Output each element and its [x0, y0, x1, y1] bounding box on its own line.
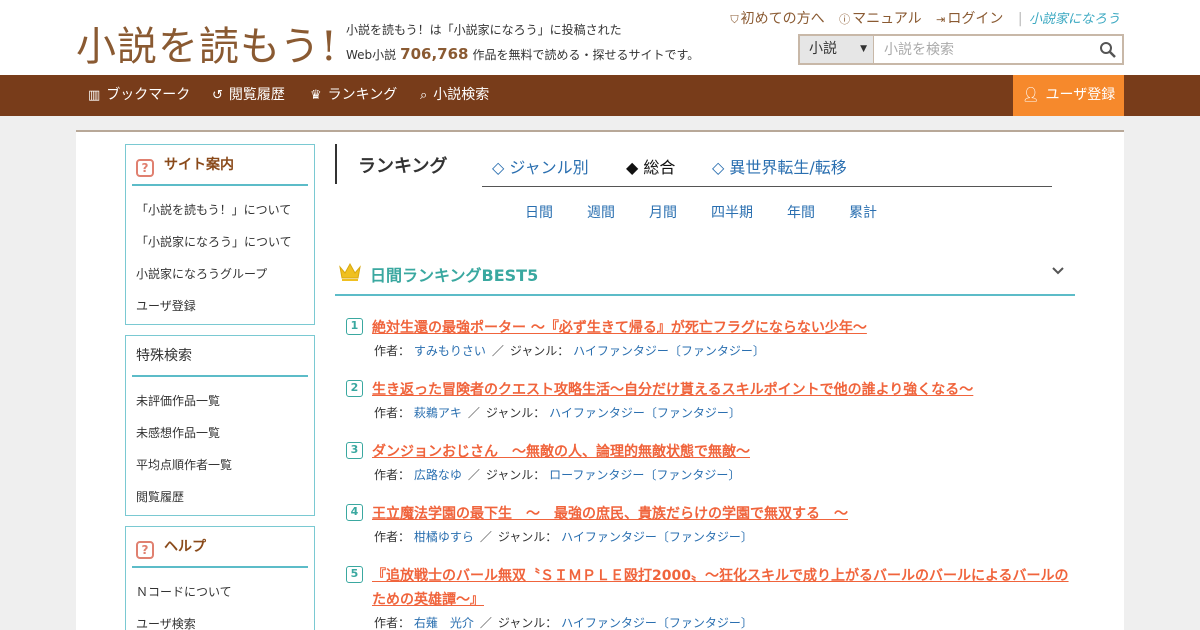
- period-weekly[interactable]: 週間: [587, 202, 615, 222]
- desc-suffix: 作品を無料で読める・探せるサイトです。: [472, 48, 700, 62]
- bookmark-icon: ▥: [88, 88, 101, 103]
- link-manual[interactable]: ⓘ マニュアル: [839, 11, 922, 27]
- page-title: ランキング: [358, 156, 448, 177]
- main-nav: ▥ ブックマーク ↺ 閲覧履歴 ♛ ランキング ⌕ 小説検索 👤︎ ユーザ登録: [0, 75, 1200, 116]
- genre-link[interactable]: ハイファンタジー〔ファンタジー〕: [561, 530, 753, 544]
- sidebar-special-search: 特殊検索 未評価作品一覧 未感想作品一覧 平均点順作者一覧 閲覧履歴: [125, 335, 315, 516]
- help-icon: ?: [136, 541, 154, 559]
- register-button[interactable]: 👤︎ ユーザ登録: [1013, 75, 1124, 116]
- sidebar-item-group[interactable]: 小説家になろうグループ: [136, 258, 314, 290]
- sidebar-item-history[interactable]: 閲覧履歴: [136, 481, 314, 513]
- desc-line2: Web小説 706,768 作品を無料で読める・探せるサイトです。: [346, 42, 699, 67]
- ranking-entry: 1 絶対生還の最強ポーター ～『必ず生きて帰る』が死亡フラグにならない少年～ 作…: [346, 316, 1076, 359]
- sidebar-help: ? ヘルプ Ｎコードについて ユーザ検索: [125, 526, 315, 630]
- author-link[interactable]: 萩鵜アキ: [414, 406, 462, 420]
- rank-number-badge: 3: [346, 442, 363, 459]
- period-quarterly[interactable]: 四半期: [711, 202, 753, 222]
- crown-icon: [339, 262, 361, 281]
- link-beginners[interactable]: ⛉ 初めての方へ: [730, 11, 824, 27]
- nav-ranking[interactable]: ♛ ランキング: [310, 75, 397, 116]
- sidebar-item-unrated[interactable]: 未評価作品一覧: [136, 385, 314, 417]
- genre-link[interactable]: ハイファンタジー〔ファンタジー〕: [561, 616, 753, 630]
- genre-link[interactable]: ローファンタジー〔ファンタジー〕: [549, 468, 740, 482]
- site-description: 小説を読もう！は「小説家になろう」に投稿された Web小説 706,768 作品を無…: [346, 18, 699, 67]
- shield-icon: ⛉: [730, 13, 739, 26]
- user-icon: 👤︎: [1021, 87, 1040, 103]
- entry-meta: 作者： 柑橘ゆすら／ジャンル： ハイファンタジー〔ファンタジー〕: [374, 530, 753, 544]
- search-box: 小説 ▼: [798, 34, 1124, 65]
- crown-icon: ♛: [310, 88, 322, 103]
- sidebar-item-register[interactable]: ユーザ登録: [136, 290, 314, 322]
- dropdown-arrow-icon: ▼: [860, 44, 867, 54]
- title-bar-accent: [335, 144, 339, 184]
- ranking-entry: 3 ダンジョンおじさん ～無敵の人、論理的無敵状態で無敵～ 作者： 広路なゆ／ジ…: [346, 440, 1076, 483]
- entry-meta: 作者： 右薙 光介／ジャンル： ハイファンタジー〔ファンタジー〕: [374, 616, 753, 630]
- entry-meta: 作者： 萩鵜アキ／ジャンル： ハイファンタジー〔ファンタジー〕: [374, 406, 741, 420]
- novel-title-link[interactable]: 絶対生還の最強ポーター ～『必ず生きて帰る』が死亡フラグにならない少年～: [346, 316, 1076, 340]
- desc-line1: 小説を読もう！は「小説家になろう」に投稿された: [346, 23, 622, 37]
- sidebar-item-avg-authors[interactable]: 平均点順作者一覧: [136, 449, 314, 481]
- period-monthly[interactable]: 月間: [649, 202, 677, 222]
- sidebar-heading: ? ヘルプ: [132, 527, 308, 568]
- history-icon: ↺: [212, 88, 223, 103]
- author-link[interactable]: 右薙 光介: [414, 616, 474, 630]
- novel-title-link[interactable]: 生き返った冒険者のクエスト攻略生活～自分だけ貰えるスキルポイントで他の誰より強く…: [346, 378, 1076, 402]
- nav-history[interactable]: ↺ 閲覧履歴: [212, 75, 285, 116]
- sidebar-item-ncode[interactable]: Ｎコードについて: [136, 576, 314, 608]
- main-content: ? サイト案内 「小説を読もう！」について 「小説家になろう」について 小説家にな…: [76, 130, 1124, 630]
- ranking-entry: 2 生き返った冒険者のクエスト攻略生活～自分だけ貰えるスキルポイントで他の誰より…: [346, 378, 1076, 421]
- novel-title-link[interactable]: ダンジョンおじさん ～無敵の人、論理的無敵状態で無敵～: [346, 440, 1076, 464]
- tab-underline: [482, 186, 1052, 187]
- search-input[interactable]: [878, 36, 1088, 63]
- period-total[interactable]: 累計: [849, 202, 877, 222]
- help-icon: ?: [136, 159, 154, 177]
- login-icon: ⇥: [936, 13, 946, 26]
- tab-genre[interactable]: ◇ ジャンル別: [492, 154, 589, 178]
- rank-number-badge: 4: [346, 504, 363, 521]
- search-type-select[interactable]: 小説 ▼: [800, 36, 874, 63]
- sidebar-heading: ? サイト案内: [132, 145, 308, 186]
- sidebar-heading: 特殊検索: [132, 336, 308, 377]
- search-icon: ⌕: [420, 88, 428, 103]
- link-login[interactable]: ⇥ ログイン: [936, 11, 1003, 27]
- desc-prefix: Web小説: [346, 48, 397, 62]
- divider: |: [1017, 11, 1023, 27]
- ranking-entry: 5 『追放戦士のバール無双〝ＳＩＭＰＬＥ殴打2000〟～狂化スキルで成り上がるバ…: [346, 564, 1076, 630]
- author-link[interactable]: 柑橘ゆすら: [414, 530, 474, 544]
- rank-number-badge: 5: [346, 566, 363, 583]
- sidebar-item-about-narou[interactable]: 「小説家になろう」について: [136, 226, 314, 258]
- site-header: 小説を読もう! 小説を読もう！は「小説家になろう」に投稿された Web小説 706…: [0, 0, 1200, 75]
- period-yearly[interactable]: 年間: [787, 202, 815, 222]
- nav-bookmark[interactable]: ▥ ブックマーク: [88, 75, 190, 116]
- daily-ranking-header[interactable]: 日間ランキングBEST5: [335, 250, 1075, 296]
- novel-title-link[interactable]: 『追放戦士のバール無双〝ＳＩＭＰＬＥ殴打2000〟～狂化スキルで成り上がるバール…: [346, 564, 1076, 612]
- sidebar-site-info: ? サイト案内 「小説を読もう！」について 「小説家になろう」について 小説家にな…: [125, 144, 315, 325]
- chevron-down-icon[interactable]: [1051, 264, 1065, 278]
- site-logo[interactable]: 小説を読もう!: [76, 14, 338, 72]
- entry-meta: 作者： すみもりさい／ジャンル： ハイファンタジー〔ファンタジー〕: [374, 344, 765, 358]
- question-circle-icon: ⓘ: [839, 13, 851, 26]
- author-link[interactable]: 広路なゆ: [414, 468, 462, 482]
- author-link[interactable]: すみもりさい: [414, 344, 486, 358]
- brand-link-narou[interactable]: 小説家になろう: [1029, 12, 1120, 27]
- work-count: 706,768: [400, 45, 469, 63]
- novel-title-link[interactable]: 王立魔法学園の最下生 ～ 最強の庶民、貴族だらけの学園で無双する ～: [346, 502, 1076, 526]
- genre-link[interactable]: ハイファンタジー〔ファンタジー〕: [549, 406, 741, 420]
- period-daily[interactable]: 日間: [525, 202, 553, 222]
- sidebar-item-user-search[interactable]: ユーザ検索: [136, 608, 314, 630]
- tab-isekai[interactable]: ◇ 異世界転生/転移: [712, 154, 847, 178]
- genre-link[interactable]: ハイファンタジー〔ファンタジー〕: [573, 344, 765, 358]
- search-icon[interactable]: [1098, 40, 1118, 60]
- rank-number-badge: 2: [346, 380, 363, 397]
- section-title: 日間ランキングBEST5: [370, 266, 539, 285]
- sidebar-item-about-yomou[interactable]: 「小説を読もう！」について: [136, 194, 314, 226]
- rank-number-badge: 1: [346, 318, 363, 335]
- sidebar-item-no-review[interactable]: 未感想作品一覧: [136, 417, 314, 449]
- logo-text: 小説を読もう!: [76, 24, 338, 70]
- entry-meta: 作者： 広路なゆ／ジャンル： ローファンタジー〔ファンタジー〕: [374, 468, 741, 482]
- ranking-entry: 4 王立魔法学園の最下生 ～ 最強の庶民、貴族だらけの学園で無双する ～ 作者：…: [346, 502, 1076, 545]
- top-links: ⛉ 初めての方へ ⓘ マニュアル ⇥ ログイン | 小説家になろう: [720, 8, 1120, 28]
- tab-overall[interactable]: ◆ 総合: [626, 154, 675, 178]
- nav-search[interactable]: ⌕ 小説検索: [420, 75, 489, 116]
